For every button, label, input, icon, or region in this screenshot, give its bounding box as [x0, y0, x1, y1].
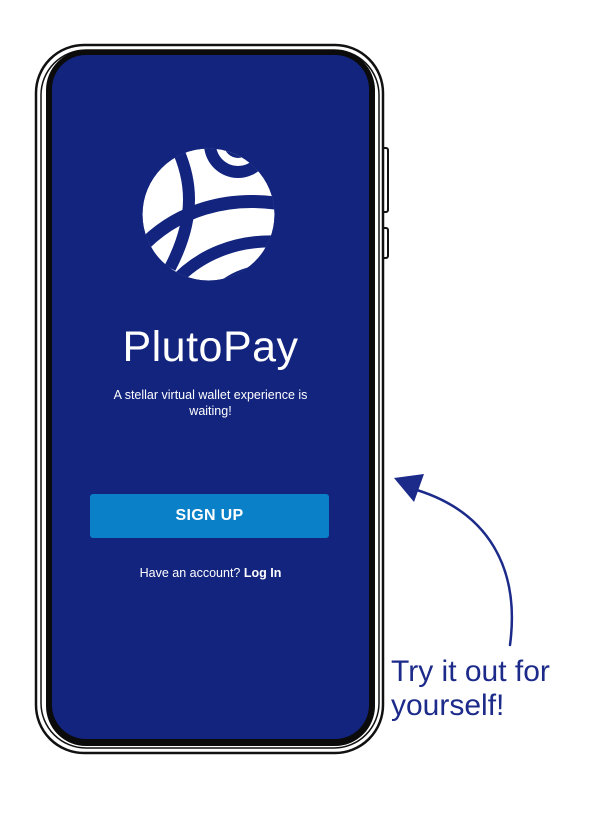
app-tagline: A stellar virtual wallet experience is w…	[113, 388, 308, 418]
app-screen: PlutoPay A stellar virtual wallet experi…	[52, 55, 369, 739]
sign-up-button[interactable]: SIGN UP	[90, 494, 329, 538]
log-in-link[interactable]: Log In	[244, 566, 282, 580]
login-prompt-text: Have an account?	[139, 566, 244, 580]
plutopay-planet-logo-icon	[142, 148, 275, 281]
callout-text: Try it out for yourself!	[391, 655, 550, 722]
login-prompt-row: Have an account? Log In	[52, 566, 369, 580]
marketing-illustration: PlutoPay A stellar virtual wallet experi…	[0, 0, 600, 819]
curved-arrow-icon	[394, 474, 514, 647]
app-title: PlutoPay	[122, 323, 299, 371]
